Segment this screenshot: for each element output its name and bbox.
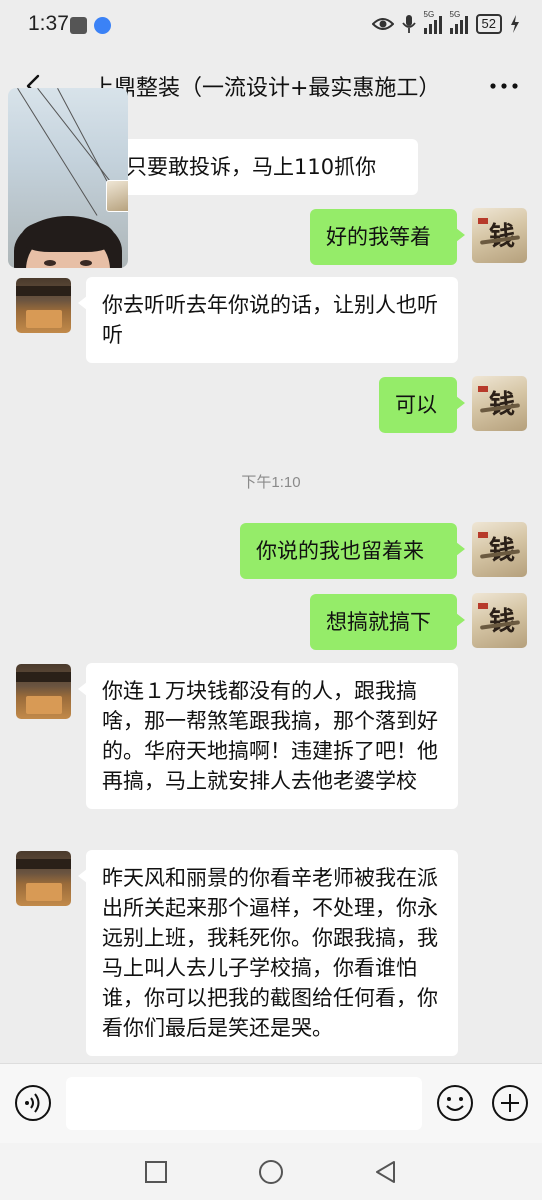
signal-icon-2: 5G <box>449 10 468 34</box>
triangle-icon[interactable] <box>373 1159 399 1185</box>
charging-icon <box>511 15 519 33</box>
message-text: 只要敢投诉，马上110抓你 <box>126 155 377 179</box>
chat-title: 上鼎整装（一流设计+最实惠施工） <box>92 76 441 101</box>
status-time: 1:37 <box>28 12 69 35</box>
message-bubble-outgoing[interactable]: 你说的我也留着来 <box>240 523 465 579</box>
circle-icon[interactable] <box>258 1159 284 1185</box>
self-avatar[interactable]: 钱 <box>472 208 527 263</box>
time-separator: 下午1:10 <box>241 474 301 491</box>
signal-label: 5G <box>423 10 435 19</box>
eye-icon <box>371 18 394 30</box>
message-text: 你去听听去年你说的话，让别人也听听 <box>102 293 438 347</box>
contact-avatar[interactable] <box>16 851 71 906</box>
video-call-window[interactable] <box>8 88 128 268</box>
emoji-icon[interactable] <box>436 1084 474 1122</box>
message-bubble-outgoing[interactable]: 想搞就搞下 <box>310 594 465 650</box>
message-bubble-incoming[interactable]: 你连１万块钱都没有的人，跟我搞啥，那一帮煞笔跟我搞，那个落到好的。华府天地搞啊！… <box>78 663 458 809</box>
input-bar <box>0 1063 542 1143</box>
plus-icon[interactable] <box>491 1084 529 1122</box>
shopping-bag-icon <box>70 17 87 34</box>
message-text: 昨天风和丽景的你看辛老师被我在派出所关起来那个逼样，不处理，你永远别上班，我耗死… <box>102 866 438 1040</box>
square-icon[interactable] <box>143 1159 169 1185</box>
message-bubble-incoming[interactable]: 昨天风和丽景的你看辛老师被我在派出所关起来那个逼样，不处理，你永远别上班，我耗死… <box>78 850 458 1056</box>
status-bar: 1:37 5G 5G 52 <box>0 0 542 52</box>
more-dots-icon[interactable] <box>488 74 520 98</box>
message-text: 你说的我也留着来 <box>256 539 424 563</box>
signal-icon: 5G <box>423 10 442 34</box>
self-preview-thumbnail[interactable] <box>106 180 128 212</box>
system-navigation-bar <box>0 1143 542 1200</box>
browser-icon <box>94 17 111 34</box>
message-bubble-outgoing[interactable]: 好的我等着 <box>310 209 465 265</box>
self-avatar[interactable]: 钱 <box>472 593 527 648</box>
self-avatar[interactable]: 钱 <box>472 376 527 431</box>
contact-avatar[interactable] <box>16 278 71 333</box>
signal-label-2: 5G <box>449 10 461 19</box>
message-text: 你连１万块钱都没有的人，跟我搞啥，那一帮煞笔跟我搞，那个落到好的。华府天地搞啊！… <box>102 679 438 793</box>
message-bubble-outgoing[interactable]: 可以 <box>379 377 465 433</box>
status-right: 5G 5G 52 <box>371 10 520 34</box>
microphone-icon <box>401 15 416 33</box>
message-text: 想搞就搞下 <box>326 610 431 634</box>
message-input[interactable] <box>66 1077 422 1130</box>
contact-avatar[interactable] <box>16 664 71 719</box>
message-text: 好的我等着 <box>326 225 431 249</box>
message-text: 可以 <box>395 393 437 417</box>
message-bubble-incoming[interactable]: 你去听听去年你说的话，让别人也听听 <box>78 277 458 363</box>
self-avatar[interactable]: 钱 <box>472 522 527 577</box>
message-bubble-incoming[interactable]: 只要敢投诉，马上110抓你 <box>102 139 418 195</box>
voice-icon[interactable] <box>14 1084 52 1122</box>
battery-indicator: 52 <box>475 14 502 34</box>
